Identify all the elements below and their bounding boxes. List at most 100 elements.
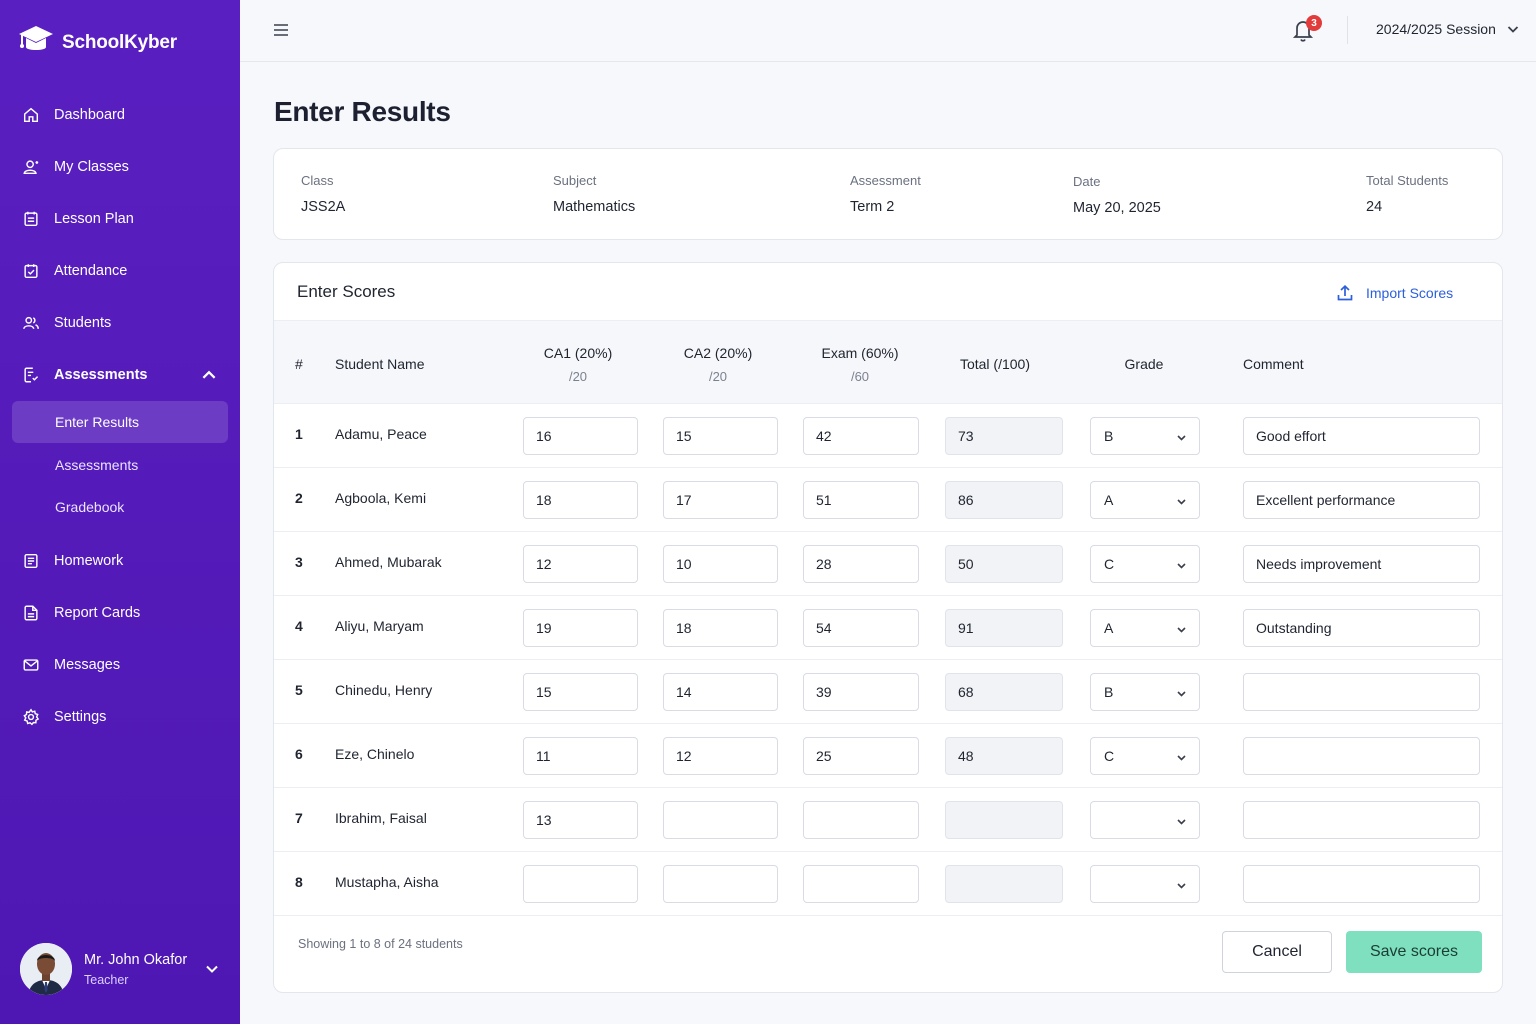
- table-header: # Student Name CA1 (20%) /20 CA2 (20%) /…: [274, 320, 1502, 404]
- ca1-input[interactable]: 11: [523, 737, 638, 775]
- grade-select[interactable]: A: [1090, 481, 1200, 519]
- import-scores-label: Import Scores: [1366, 285, 1454, 301]
- ca1-input[interactable]: 13: [523, 801, 638, 839]
- total-field: 91: [945, 609, 1063, 647]
- sidebar-item-lesson-plan[interactable]: Lesson Plan: [12, 199, 228, 239]
- ca2-input[interactable]: 14: [663, 673, 778, 711]
- sidebar-item-report-cards[interactable]: Report Cards: [12, 593, 228, 633]
- sidebar-subitem-assessments[interactable]: Assessments: [12, 444, 228, 486]
- report-card-icon: [24, 605, 38, 621]
- info-value: Mathematics: [553, 199, 636, 215]
- info-total-students: Total Students 24: [1366, 173, 1448, 215]
- ca1-input[interactable]: 16: [523, 417, 638, 455]
- comment-input[interactable]: Excellent performance: [1243, 481, 1480, 519]
- column-header-label: CA1 (20%): [543, 345, 613, 361]
- row-index: 3: [295, 554, 303, 570]
- exam-input[interactable]: [803, 801, 919, 839]
- chevron-down-icon: [1177, 627, 1186, 633]
- sidebar-subitem-gradebook[interactable]: Gradebook: [12, 486, 228, 528]
- grade-select[interactable]: [1090, 801, 1200, 839]
- sidebar-item-assessments[interactable]: Assessments: [12, 355, 228, 395]
- table-row: 3 Ahmed, Mubarak 12 10 28 50 C Needs improvemen…: [274, 532, 1502, 596]
- ca1-input[interactable]: [523, 865, 638, 903]
- ca2-input[interactable]: 10: [663, 545, 778, 583]
- exam-input[interactable]: 42: [803, 417, 919, 455]
- sidebar-item-my-classes[interactable]: My Classes: [12, 147, 228, 187]
- sidebar-item-homework[interactable]: Homework: [12, 541, 228, 581]
- exam-input[interactable]: 51: [803, 481, 919, 519]
- ca2-input[interactable]: 12: [663, 737, 778, 775]
- column-header-ca2: CA2 (20%) /20: [668, 345, 768, 384]
- session-select[interactable]: 2024/2025 Session: [1376, 21, 1520, 37]
- gear-icon: [23, 708, 40, 726]
- user-role: Teacher: [84, 972, 129, 987]
- info-value: May 20, 2025: [1073, 200, 1161, 216]
- sidebar-item-attendance[interactable]: Attendance: [12, 251, 228, 291]
- import-scores-button[interactable]: Import Scores: [1336, 284, 1453, 302]
- comment-input[interactable]: [1243, 801, 1480, 839]
- user-profile[interactable]: Mr. John Okafor Teacher: [20, 943, 230, 995]
- sidebar-item-label: My Classes: [54, 159, 129, 175]
- exam-input[interactable]: 54: [803, 609, 919, 647]
- column-header-comment: Comment: [1243, 356, 1304, 372]
- table-row: 1 Adamu, Peace 16 15 42 73 B Good effort: [274, 404, 1502, 468]
- save-scores-button[interactable]: Save scores: [1346, 931, 1482, 973]
- top-bar: 3 2024/2025 Session: [240, 0, 1536, 62]
- sidebar-item-label: Attendance: [54, 263, 128, 279]
- table-row: 4 Aliyu, Maryam 19 18 54 91 A Outstanding: [274, 596, 1502, 660]
- ca1-input[interactable]: 15: [523, 673, 638, 711]
- grade-select[interactable]: C: [1090, 545, 1200, 583]
- student-name: Agboola, Kemi: [335, 490, 427, 506]
- info-label: Subject: [553, 173, 597, 188]
- info-class: Class JSS2A: [301, 173, 345, 215]
- comment-input[interactable]: Good effort: [1243, 417, 1480, 455]
- menu-icon[interactable]: [272, 21, 290, 44]
- class-icon: [23, 160, 39, 175]
- sidebar-item-label: Settings: [54, 709, 107, 725]
- brand-logo[interactable]: SchoolKyber: [18, 24, 177, 61]
- sidebar-item-dashboard[interactable]: Dashboard: [12, 95, 228, 135]
- ca1-input[interactable]: 19: [523, 609, 638, 647]
- ca2-input[interactable]: [663, 801, 778, 839]
- chevron-down-icon: [1177, 883, 1186, 889]
- sidebar-item-label: Messages: [54, 657, 121, 673]
- student-name: Aliyu, Maryam: [335, 618, 424, 634]
- ca2-input[interactable]: 18: [663, 609, 778, 647]
- sidebar-item-settings[interactable]: Settings: [12, 697, 228, 737]
- grade-select[interactable]: [1090, 865, 1200, 903]
- grade-select[interactable]: B: [1090, 673, 1200, 711]
- exam-input[interactable]: [803, 865, 919, 903]
- total-field: 73: [945, 417, 1063, 455]
- attendance-icon: [24, 264, 38, 279]
- ca2-input[interactable]: [663, 865, 778, 903]
- ca1-input[interactable]: 12: [523, 545, 638, 583]
- comment-input[interactable]: [1243, 737, 1480, 775]
- homework-icon: [24, 553, 38, 569]
- ca2-input[interactable]: 15: [663, 417, 778, 455]
- comment-input[interactable]: Needs improvement: [1243, 545, 1480, 583]
- chevron-down-icon: [1177, 691, 1186, 697]
- mail-icon: [23, 659, 39, 671]
- grade-select[interactable]: C: [1090, 737, 1200, 775]
- exam-input[interactable]: 28: [803, 545, 919, 583]
- grade-value: B: [1104, 684, 1114, 700]
- grade-select[interactable]: B: [1090, 417, 1200, 455]
- comment-input[interactable]: [1243, 673, 1480, 711]
- ca2-input[interactable]: 17: [663, 481, 778, 519]
- session-label: 2024/2025 Session: [1376, 21, 1496, 37]
- student-name: Ahmed, Mubarak: [335, 554, 442, 570]
- cancel-button[interactable]: Cancel: [1222, 931, 1332, 973]
- sidebar-item-messages[interactable]: Messages: [12, 645, 228, 685]
- sidebar-subitem-enter-results[interactable]: Enter Results: [12, 401, 228, 443]
- total-field: 48: [945, 737, 1063, 775]
- exam-input[interactable]: 39: [803, 673, 919, 711]
- exam-input[interactable]: 25: [803, 737, 919, 775]
- comment-input[interactable]: [1243, 865, 1480, 903]
- grade-value: C: [1104, 748, 1115, 764]
- ca1-input[interactable]: 18: [523, 481, 638, 519]
- graduation-cap-icon: [18, 24, 54, 61]
- sidebar-item-students[interactable]: Students: [12, 303, 228, 343]
- comment-input[interactable]: Outstanding: [1243, 609, 1480, 647]
- grade-select[interactable]: A: [1090, 609, 1200, 647]
- table-row: 7 Ibrahim, Faisal 13: [274, 788, 1502, 852]
